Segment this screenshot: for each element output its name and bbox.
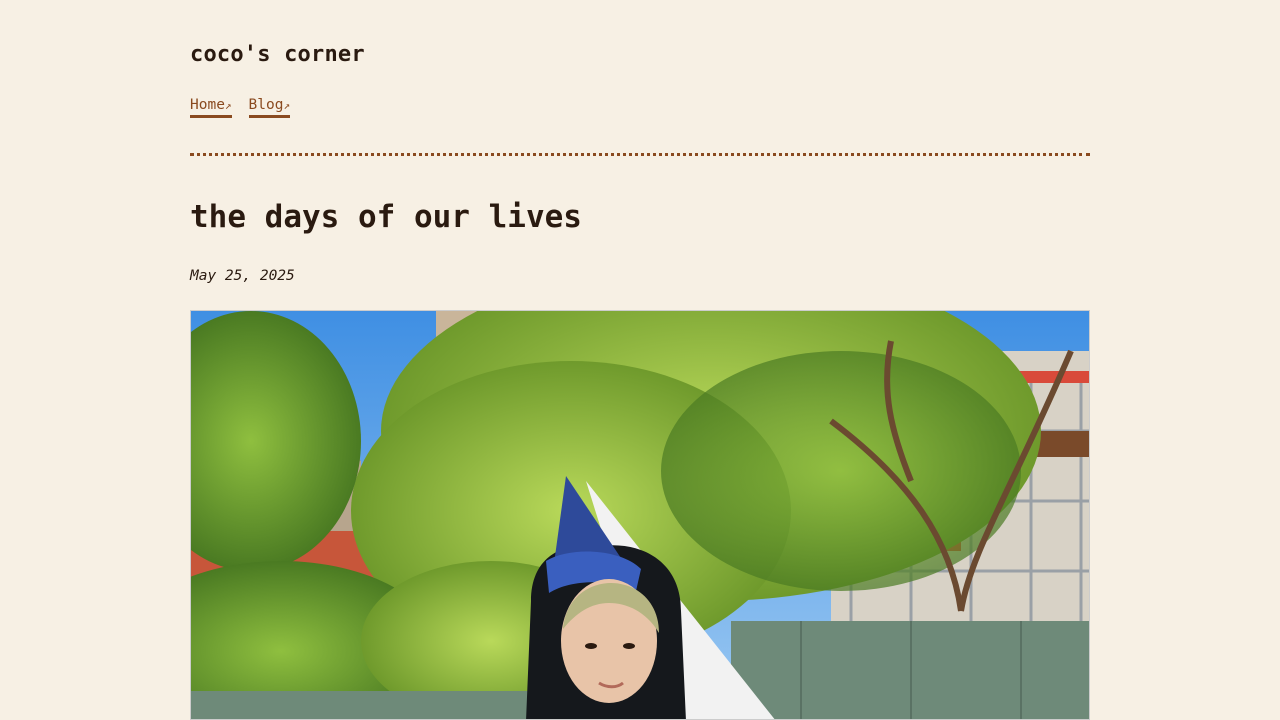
header-divider [190,153,1090,156]
site-title[interactable]: coco's corner [190,42,365,67]
post-date: May 25, 2025 [190,268,295,284]
nav-link-blog[interactable]: Blog↗ [248,96,291,118]
post-photo [190,310,1090,720]
nav-link-home[interactable]: Home↗ [190,96,232,118]
main-nav: Home↗ Blog↗ [190,96,291,118]
nav-link-blog-label: Blog [248,97,284,113]
external-arrow-icon: ↗ [224,99,232,112]
post-title: the days of our lives [190,199,582,235]
nav-link-home-label: Home [190,97,225,113]
external-arrow-icon: ↗ [283,99,291,112]
